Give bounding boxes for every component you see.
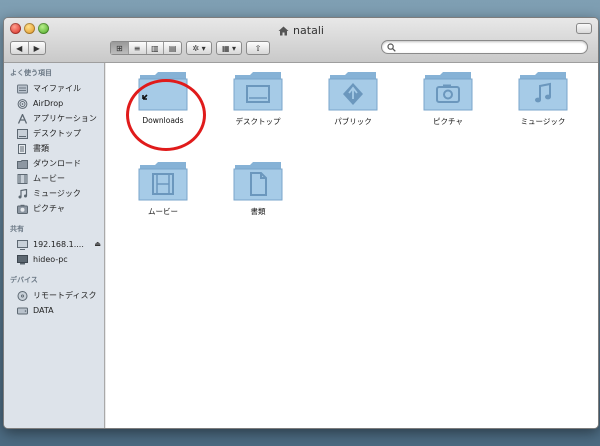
- forward-button[interactable]: ▶: [29, 42, 46, 54]
- item-label: パブリック: [334, 117, 372, 126]
- desktop-icon: [17, 128, 28, 139]
- sidebar-item-label: ダウンロード: [33, 159, 81, 168]
- sidebar-item-hideo-pc[interactable]: hideo-pc: [4, 252, 104, 267]
- search-field[interactable]: [381, 40, 588, 54]
- music-icon: [18, 188, 28, 198]
- public-folder-icon: [328, 72, 378, 111]
- sidebar-item-airdrop[interactable]: AirDrop: [4, 96, 104, 111]
- coverflow-view-icon: ▤: [168, 43, 177, 53]
- sidebar-item-pictures[interactable]: ピクチャ: [4, 201, 104, 216]
- sidebar-item-all-my-files[interactable]: マイファイル: [4, 81, 104, 96]
- sidebar-item-label: 書類: [33, 144, 49, 153]
- pictures-icon: [17, 204, 28, 214]
- back-arrow-icon: ◀: [16, 43, 23, 53]
- downloads-icon: [17, 159, 28, 169]
- item-desktop-folder[interactable]: デスクトップ: [218, 69, 298, 127]
- forward-arrow-icon: ▶: [33, 43, 40, 53]
- search-input[interactable]: [399, 42, 579, 52]
- all-my-files-icon: [17, 84, 28, 93]
- sidebar-section-devices: デバイス: [10, 276, 38, 284]
- sidebar-item-desktop[interactable]: デスクトップ: [4, 126, 104, 141]
- sidebar-item-label: AirDrop: [33, 99, 64, 108]
- item-public-folder[interactable]: パブリック: [313, 69, 393, 127]
- item-label: デスクトップ: [235, 117, 281, 126]
- title-bar[interactable]: natali ◀ ▶ ⊞ ≡ ▥ ▤ ✲ ▾ ▦ ▾ ⇧: [4, 18, 598, 63]
- pc-icon: [17, 254, 28, 264]
- documents-folder-icon: [233, 162, 283, 201]
- list-view-button[interactable]: ≡: [129, 42, 147, 54]
- applications-icon: [17, 113, 28, 124]
- share-button[interactable]: ⇧: [246, 41, 270, 55]
- airdrop-icon: [17, 98, 28, 109]
- file-browser-content: Downloads デスクトップ パブリック ピクチャ ミュージック ムービー …: [106, 63, 598, 428]
- sidebar-item-movies[interactable]: ムービー: [4, 171, 104, 186]
- server-icon: [17, 239, 28, 250]
- item-music-folder[interactable]: ミュージック: [503, 69, 583, 127]
- sidebar-item-label: リモートディスク: [33, 291, 97, 300]
- finder-window: natali ◀ ▶ ⊞ ≡ ▥ ▤ ✲ ▾ ▦ ▾ ⇧ よく使う項目 マイファ…: [3, 17, 599, 429]
- coverflow-view-button[interactable]: ▤: [164, 42, 181, 54]
- sidebar-item-label: アプリケーション: [33, 114, 97, 123]
- arrange-icon: ▦ ▾: [221, 43, 237, 53]
- item-documents-folder[interactable]: 書類: [218, 159, 298, 217]
- view-mode-control: ⊞ ≡ ▥ ▤: [110, 41, 182, 55]
- sidebar-item-label: hideo-pc: [33, 255, 68, 264]
- gear-icon: ✲ ▾: [192, 43, 206, 53]
- back-forward-control: ◀ ▶: [10, 41, 46, 55]
- pictures-folder-icon: [423, 72, 473, 111]
- sidebar-item-remote-disc[interactable]: リモートディスク: [4, 288, 104, 303]
- sidebar-item-downloads[interactable]: ダウンロード: [4, 156, 104, 171]
- item-label: 書類: [250, 207, 266, 216]
- sidebar-item-label: ミュージック: [33, 189, 81, 198]
- back-button[interactable]: ◀: [11, 42, 29, 54]
- movies-folder-icon: [138, 162, 188, 201]
- sidebar-item-label: ムービー: [33, 174, 65, 183]
- item-pictures-folder[interactable]: ピクチャ: [408, 69, 488, 127]
- item-label: ピクチャ: [433, 117, 463, 126]
- sidebar-item-music[interactable]: ミュージック: [4, 186, 104, 201]
- sidebar-item-label: DATA: [33, 306, 54, 315]
- list-view-icon: ≡: [133, 43, 141, 53]
- eject-icon[interactable]: ⏏: [94, 240, 101, 248]
- music-folder-icon: [518, 72, 568, 111]
- window-title: natali: [4, 24, 598, 37]
- documents-icon: [18, 143, 26, 154]
- icon-view-button[interactable]: ⊞: [111, 42, 129, 54]
- home-icon: [278, 26, 289, 35]
- sidebar-item-server[interactable]: 192.168.1.... ⏏: [4, 237, 104, 252]
- movies-icon: [17, 173, 28, 184]
- item-movies-folder[interactable]: ムービー: [123, 159, 203, 217]
- column-view-icon: ▥: [151, 43, 159, 53]
- search-icon: [387, 42, 396, 52]
- sidebar-item-label: 192.168.1....: [33, 240, 84, 249]
- share-icon: ⇧: [254, 43, 262, 53]
- toolbar-toggle-button[interactable]: [576, 23, 592, 34]
- highlight-circle-annotation: [126, 79, 206, 151]
- icon-view-icon: ⊞: [116, 43, 123, 53]
- sidebar-section-favorites: よく使う項目: [10, 69, 52, 77]
- arrange-menu-button[interactable]: ▦ ▾: [216, 41, 242, 55]
- sidebar-item-label: マイファイル: [33, 84, 81, 93]
- sidebar-item-applications[interactable]: アプリケーション: [4, 111, 104, 126]
- window-title-text: natali: [293, 24, 324, 37]
- item-label: ムービー: [148, 207, 178, 216]
- drive-icon: [17, 307, 28, 314]
- item-label: ミュージック: [520, 117, 566, 126]
- sidebar-section-shared: 共有: [10, 225, 24, 233]
- desktop-folder-icon: [233, 72, 283, 111]
- sidebar: よく使う項目 マイファイル AirDrop アプリケーション デスクトップ 書類…: [4, 63, 105, 428]
- sidebar-item-label: デスクトップ: [33, 129, 81, 138]
- sidebar-item-documents[interactable]: 書類: [4, 141, 104, 156]
- remote-disc-icon: [17, 290, 28, 301]
- action-menu-button[interactable]: ✲ ▾: [186, 41, 212, 55]
- sidebar-item-data-drive[interactable]: DATA: [4, 303, 104, 318]
- column-view-button[interactable]: ▥: [147, 42, 165, 54]
- sidebar-item-label: ピクチャ: [33, 204, 65, 213]
